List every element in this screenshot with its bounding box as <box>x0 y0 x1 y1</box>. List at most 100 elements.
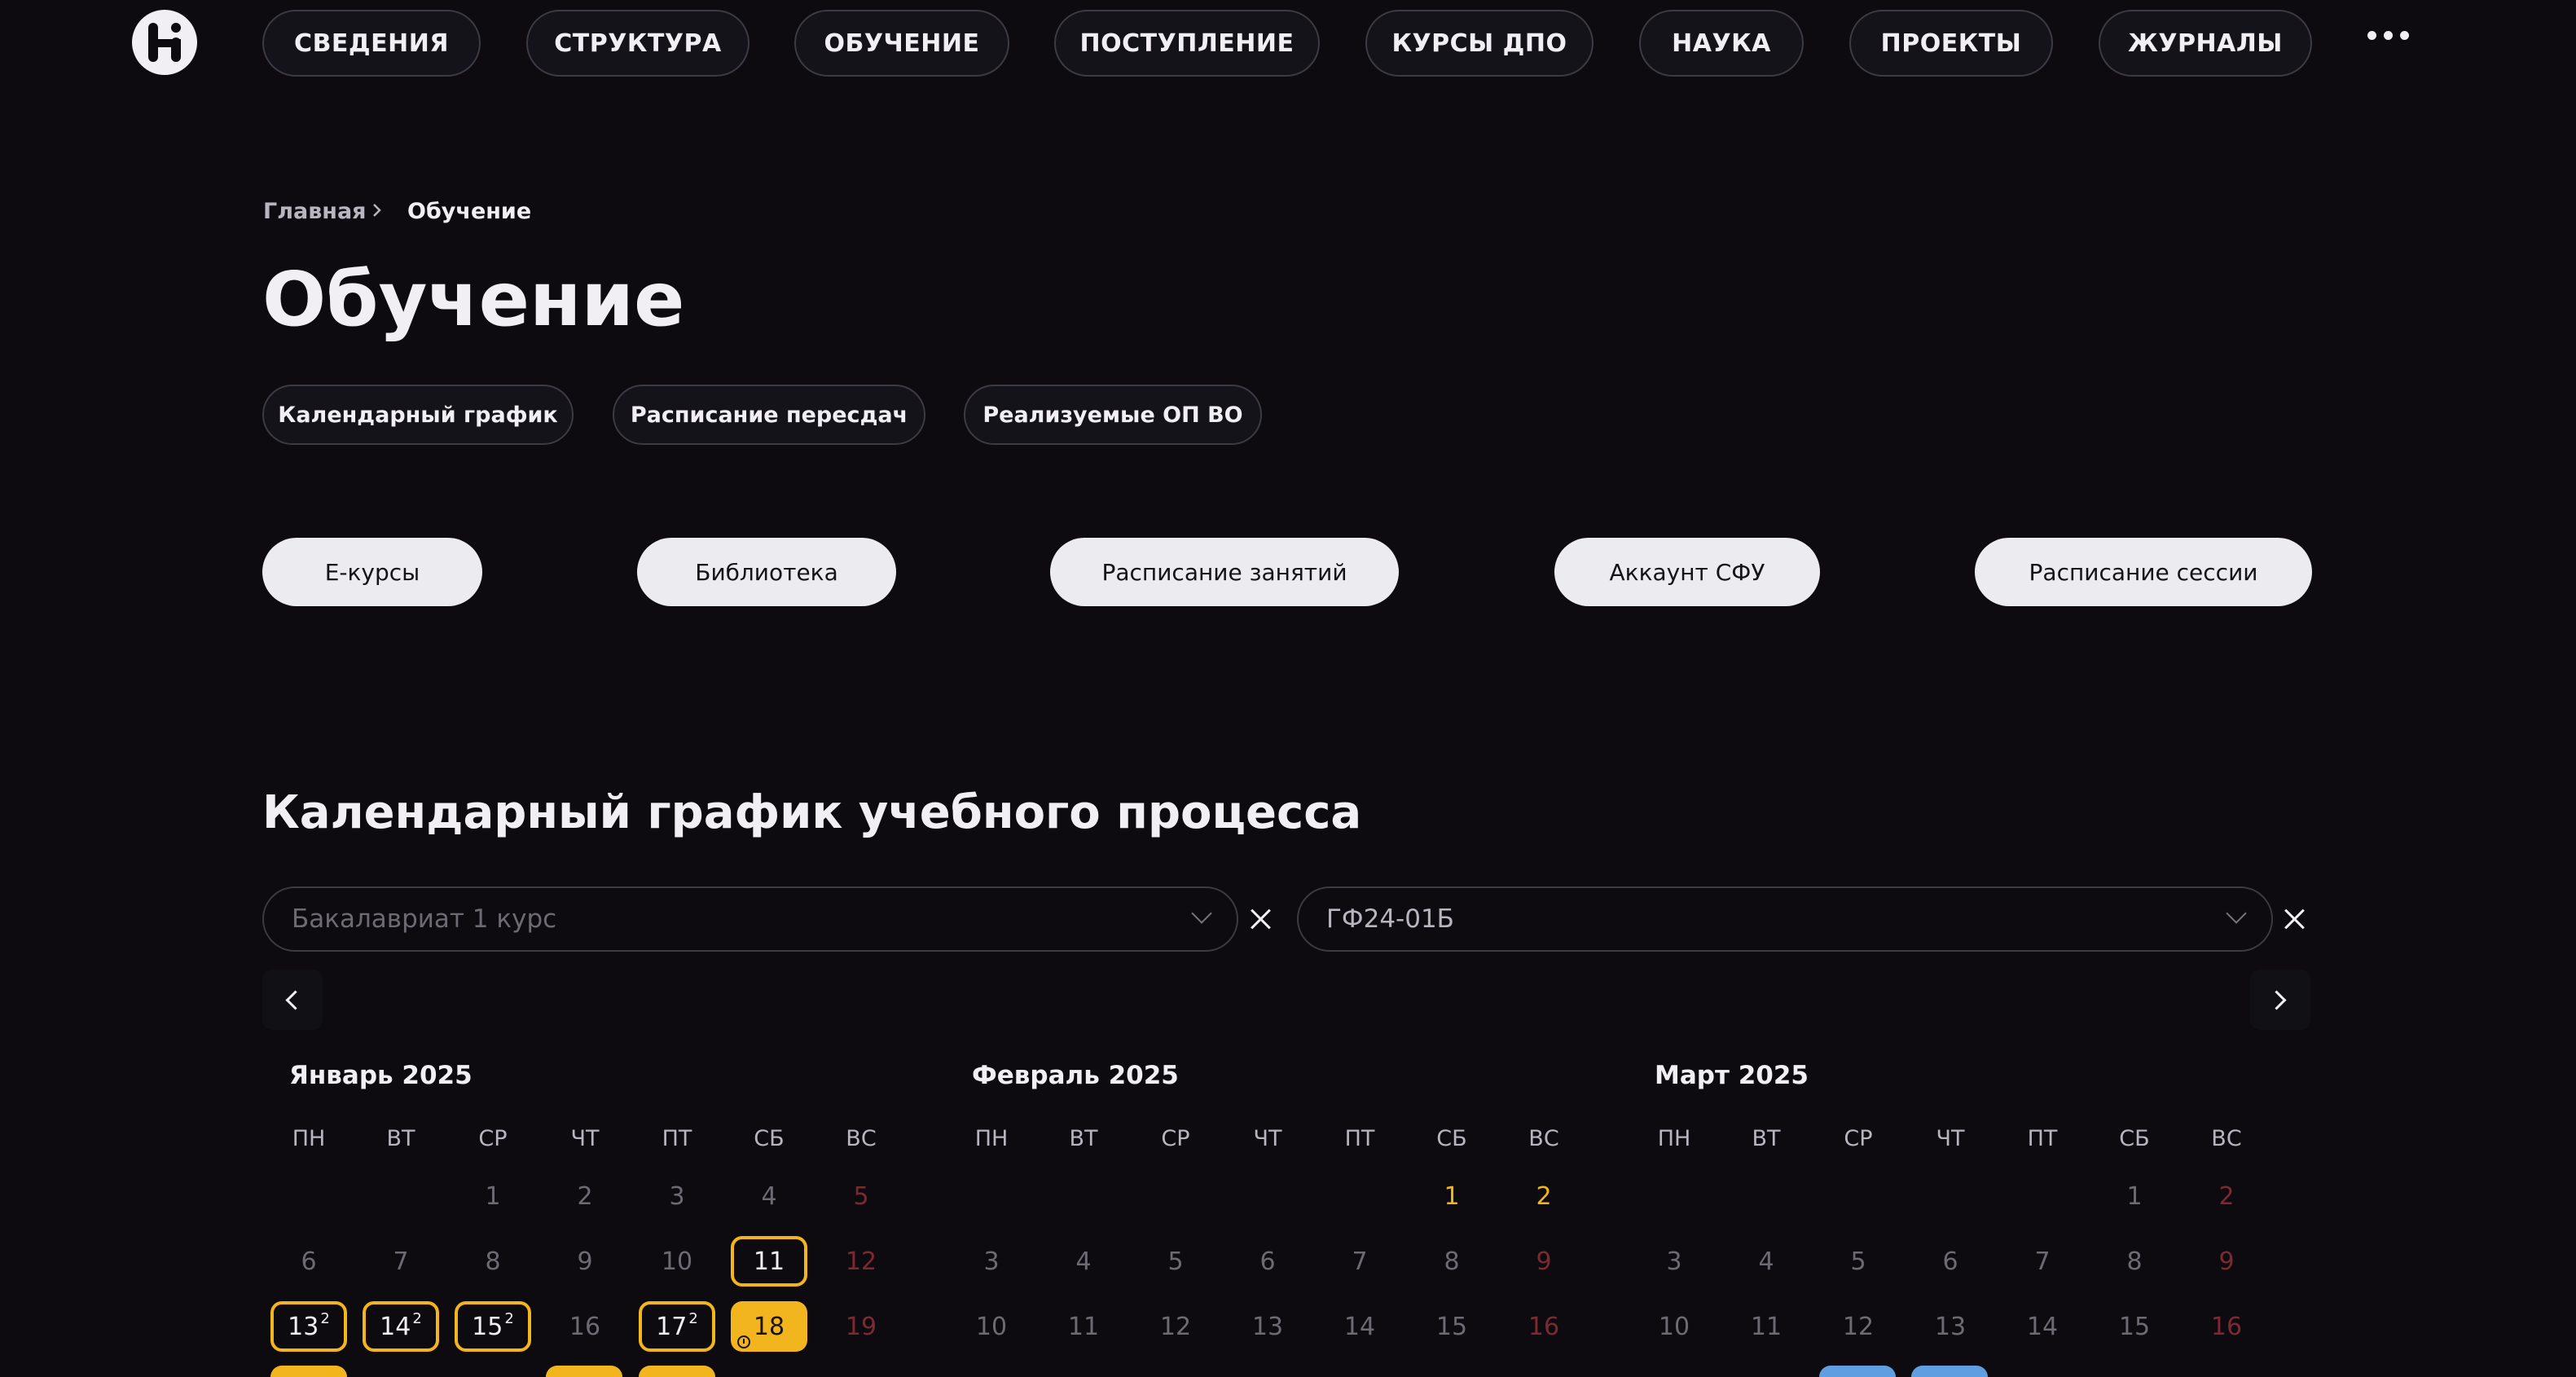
nav-item-kursy-dpo[interactable]: КУРСЫ ДПО <box>1365 10 1594 77</box>
weekday-label: ПТ <box>1344 1126 1375 1151</box>
calendar-day[interactable]: 7 <box>1321 1236 1398 1287</box>
calendar-day[interactable]: 16 <box>2188 1301 2265 1352</box>
weekday-label: ЧТ <box>1253 1126 1282 1151</box>
link-class-schedule[interactable]: Расписание занятий <box>1050 538 1399 606</box>
calendar-day[interactable]: 14 <box>1321 1301 1398 1352</box>
group-select-value: ГФ24-01Б <box>1326 904 1454 934</box>
weekday-label: ВС <box>2211 1126 2242 1151</box>
weekday-label: ПН <box>974 1126 1009 1151</box>
calendar-day[interactable]: 2 <box>547 1171 623 1221</box>
chevron-right-icon <box>2266 990 2287 1010</box>
calendar-day[interactable]: 1 <box>455 1171 531 1221</box>
calendar-day[interactable]: 16 <box>547 1301 623 1352</box>
chevron-left-icon <box>285 990 306 1010</box>
nav-item-struktura[interactable]: СТРУКТУРА <box>526 10 750 77</box>
weekday-label: ПТ <box>2027 1126 2058 1151</box>
calendar-day[interactable]: 14 <box>2004 1301 2081 1352</box>
calendar-day[interactable]: 4 <box>1728 1236 1805 1287</box>
calendar-day[interactable]: 2 <box>2188 1171 2265 1221</box>
calendar-day[interactable]: 14 2 <box>363 1301 439 1352</box>
calendar-day[interactable]: 13 2 <box>270 1301 347 1352</box>
logo-mark-icon <box>148 23 181 62</box>
weekday-label: ВТ <box>386 1126 415 1151</box>
calendar-day[interactable]: 15 <box>2096 1301 2173 1352</box>
calendar-day[interactable]: 15 2 <box>455 1301 531 1352</box>
site-logo[interactable] <box>132 10 197 75</box>
subnav-calendar[interactable]: Календарный график <box>262 385 574 445</box>
nav-item-obuchenie[interactable]: ОБУЧЕНИЕ <box>794 10 1009 77</box>
calendar-day[interactable]: 10 <box>1636 1301 1712 1352</box>
calendar-day[interactable]: 5 <box>1137 1236 1214 1287</box>
prev-month-button[interactable] <box>262 970 323 1030</box>
weekday-label: ЧТ <box>570 1126 600 1151</box>
month-title: Февраль 2025 <box>972 1061 1179 1090</box>
calendar-day[interactable]: 16 <box>1506 1301 1582 1352</box>
clear-course-icon[interactable] <box>1246 904 1276 934</box>
nav-item-postuplenie[interactable]: ПОСТУПЛЕНИЕ <box>1054 10 1320 77</box>
calendar-day[interactable]: 3 <box>953 1236 1030 1287</box>
course-select[interactable]: Бакалавриат 1 курс <box>262 886 1238 952</box>
calendar-day[interactable]: 8 <box>455 1236 531 1287</box>
calendar-day[interactable]: 19 <box>823 1301 899 1352</box>
calendar-day[interactable]: 11 <box>731 1236 807 1287</box>
calendar-day[interactable]: 9 <box>547 1236 623 1287</box>
chevron-down-icon <box>2226 903 2247 924</box>
more-menu-icon[interactable] <box>2367 31 2409 40</box>
nav-item-nauka[interactable]: НАУКА <box>1639 10 1804 77</box>
clock-icon <box>737 1335 750 1348</box>
next-month-button[interactable] <box>2250 970 2310 1030</box>
calendar-day[interactable]: 12 <box>1820 1301 1897 1352</box>
calendar-day[interactable]: 7 <box>363 1236 439 1287</box>
breadcrumb-chevron-icon <box>373 204 381 217</box>
calendar-day[interactable]: 12 <box>823 1236 899 1287</box>
link-library[interactable]: Библиотека <box>637 538 896 606</box>
calendar-day[interactable]: 1 <box>2096 1171 2173 1221</box>
calendar-day[interactable]: 13 <box>1229 1301 1306 1352</box>
weekday-label: СР <box>1161 1126 1190 1151</box>
calendar-day[interactable]: 3 <box>639 1171 715 1221</box>
calendar-day[interactable]: 2 <box>1506 1171 1582 1221</box>
month-title: Март 2025 <box>1655 1061 1809 1090</box>
calendar-day[interactable]: 5 <box>823 1171 899 1221</box>
calendar-day[interactable]: 15 <box>1413 1301 1490 1352</box>
weekday-label: ПН <box>292 1126 326 1151</box>
calendar-day[interactable]: 3 <box>1636 1236 1712 1287</box>
weekday-label: ВТ <box>1752 1126 1781 1151</box>
calendar-day[interactable]: 11 <box>1728 1301 1805 1352</box>
nav-item-zhurnaly[interactable]: ЖУРНАЛЫ <box>2099 10 2312 77</box>
calendar-day[interactable]: 10 <box>953 1301 1030 1352</box>
nav-item-proekty[interactable]: ПРОЕКТЫ <box>1849 10 2053 77</box>
calendar-day[interactable]: 13 <box>1912 1301 1989 1352</box>
weekday-label: ВС <box>1528 1126 1559 1151</box>
calendar-day[interactable]: 5 <box>1820 1236 1897 1287</box>
calendar-day[interactable]: 11 <box>1045 1301 1122 1352</box>
group-select[interactable]: ГФ24-01Б <box>1297 886 2273 952</box>
subnav-retakes[interactable]: Расписание пересдач <box>613 385 925 445</box>
breadcrumb-current: Обучение <box>407 199 532 224</box>
clear-group-icon[interactable] <box>2280 904 2310 934</box>
link-e-courses[interactable]: Е-курсы <box>262 538 482 606</box>
calendar-day[interactable]: 6 <box>1229 1236 1306 1287</box>
calendar-day[interactable]: 17 2 <box>639 1301 715 1352</box>
weekday-label: СБ <box>754 1126 785 1151</box>
subnav-programs[interactable]: Реализуемые ОП ВО <box>964 385 1262 445</box>
link-sfu-account[interactable]: Аккаунт СФУ <box>1554 538 1820 606</box>
calendar-day[interactable]: 4 <box>731 1171 807 1221</box>
calendar-day[interactable]: 7 <box>2004 1236 2081 1287</box>
calendar-day[interactable]: 8 <box>2096 1236 2173 1287</box>
calendar-day[interactable]: 9 <box>2188 1236 2265 1287</box>
calendar-day[interactable]: 6 <box>270 1236 347 1287</box>
nav-item-svedeniya[interactable]: СВЕДЕНИЯ <box>262 10 481 77</box>
calendar-day[interactable]: 6 <box>1912 1236 1989 1287</box>
calendar-day[interactable]: 4 <box>1045 1236 1122 1287</box>
weekday-label: ВС <box>846 1126 877 1151</box>
course-select-placeholder: Бакалавриат 1 курс <box>292 904 557 934</box>
link-session-schedule[interactable]: Расписание сессии <box>1975 538 2312 606</box>
calendar-day[interactable]: 10 <box>639 1236 715 1287</box>
breadcrumb-home[interactable]: Главная <box>263 199 367 224</box>
calendar-day[interactable]: 1 <box>1413 1171 1490 1221</box>
calendar-day[interactable]: 12 <box>1137 1301 1214 1352</box>
calendar-day[interactable]: 8 <box>1413 1236 1490 1287</box>
calendar-day[interactable]: 9 <box>1506 1236 1582 1287</box>
calendar-day[interactable]: 18 <box>731 1301 807 1352</box>
